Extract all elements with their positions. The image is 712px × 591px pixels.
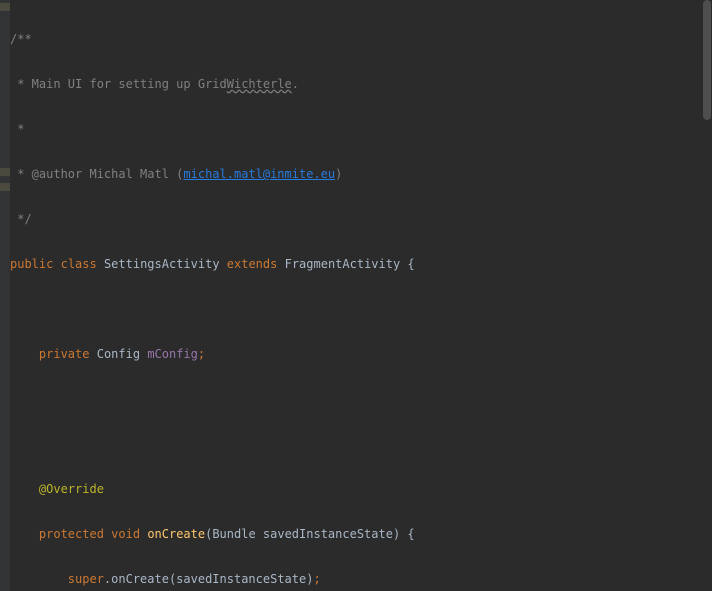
- annotation: @Override: [39, 482, 104, 496]
- keyword: super: [68, 572, 104, 586]
- keyword: void: [111, 527, 140, 541]
- comment: *: [10, 122, 24, 136]
- comment: .: [292, 77, 299, 91]
- call: .onCreate(savedInstanceState): [104, 572, 314, 586]
- keyword: private: [39, 347, 90, 361]
- comment: ): [335, 167, 342, 181]
- comment: */: [10, 212, 32, 226]
- keyword: public: [10, 257, 53, 271]
- keyword: protected: [39, 527, 104, 541]
- parent-class: FragmentActivity {: [285, 257, 415, 271]
- gutter-mark: [0, 3, 10, 11]
- code-area[interactable]: /** * Main UI for setting up GridWichter…: [10, 0, 702, 591]
- method-name: onCreate: [147, 527, 205, 541]
- gutter: [0, 0, 10, 591]
- semicolon: ;: [198, 347, 205, 361]
- comment: * @author Michal Matl (: [10, 167, 183, 181]
- warning-word: Wichterle: [227, 77, 292, 91]
- scrollbar-vertical[interactable]: [702, 0, 712, 591]
- keyword: class: [61, 257, 97, 271]
- comment: * Main UI for setting up Grid: [10, 77, 227, 91]
- code-editor[interactable]: /** * Main UI for setting up GridWichter…: [0, 0, 712, 591]
- author-email[interactable]: michal.matl@inmite.eu: [183, 167, 335, 181]
- gutter-mark: [0, 168, 10, 176]
- keyword: extends: [227, 257, 278, 271]
- scrollbar-thumb[interactable]: [703, 0, 711, 120]
- class-name: SettingsActivity: [104, 257, 220, 271]
- comment: /**: [10, 32, 32, 46]
- params: (Bundle savedInstanceState) {: [205, 527, 415, 541]
- semicolon: ;: [313, 572, 320, 586]
- field: mConfig: [147, 347, 198, 361]
- type: Config: [97, 347, 140, 361]
- gutter-mark: [0, 183, 10, 191]
